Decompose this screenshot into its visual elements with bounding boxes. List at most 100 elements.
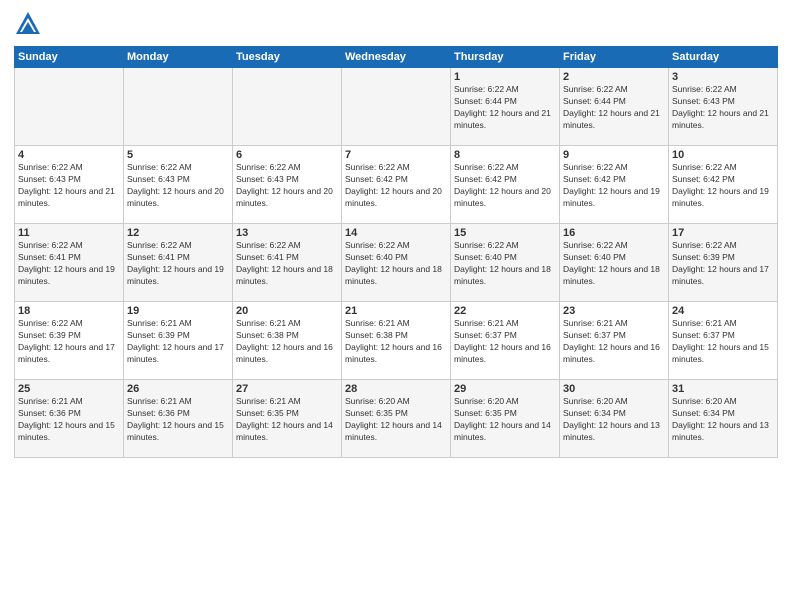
day-number: 20 — [236, 305, 338, 317]
calendar-cell: 18Sunrise: 6:22 AM Sunset: 6:39 PM Dayli… — [15, 302, 124, 380]
calendar-cell: 30Sunrise: 6:20 AM Sunset: 6:34 PM Dayli… — [560, 380, 669, 458]
calendar-cell — [124, 68, 233, 146]
day-number: 18 — [18, 305, 120, 317]
day-info: Sunrise: 6:20 AM Sunset: 6:35 PM Dayligh… — [345, 396, 447, 444]
day-info: Sunrise: 6:22 AM Sunset: 6:43 PM Dayligh… — [236, 162, 338, 210]
col-header-thursday: Thursday — [451, 47, 560, 68]
day-info: Sunrise: 6:22 AM Sunset: 6:39 PM Dayligh… — [672, 240, 774, 288]
calendar-cell: 5Sunrise: 6:22 AM Sunset: 6:43 PM Daylig… — [124, 146, 233, 224]
calendar-table: SundayMondayTuesdayWednesdayThursdayFrid… — [14, 46, 778, 458]
logo-icon — [14, 10, 42, 38]
calendar-cell: 2Sunrise: 6:22 AM Sunset: 6:44 PM Daylig… — [560, 68, 669, 146]
day-info: Sunrise: 6:22 AM Sunset: 6:44 PM Dayligh… — [563, 84, 665, 132]
day-info: Sunrise: 6:22 AM Sunset: 6:42 PM Dayligh… — [454, 162, 556, 210]
calendar-cell: 1Sunrise: 6:22 AM Sunset: 6:44 PM Daylig… — [451, 68, 560, 146]
calendar-cell: 12Sunrise: 6:22 AM Sunset: 6:41 PM Dayli… — [124, 224, 233, 302]
day-info: Sunrise: 6:22 AM Sunset: 6:41 PM Dayligh… — [127, 240, 229, 288]
day-info: Sunrise: 6:22 AM Sunset: 6:43 PM Dayligh… — [672, 84, 774, 132]
day-number: 13 — [236, 227, 338, 239]
day-number: 29 — [454, 383, 556, 395]
day-info: Sunrise: 6:21 AM Sunset: 6:39 PM Dayligh… — [127, 318, 229, 366]
day-info: Sunrise: 6:21 AM Sunset: 6:35 PM Dayligh… — [236, 396, 338, 444]
calendar-cell: 3Sunrise: 6:22 AM Sunset: 6:43 PM Daylig… — [669, 68, 778, 146]
day-number: 21 — [345, 305, 447, 317]
col-header-monday: Monday — [124, 47, 233, 68]
week-row-1: 1Sunrise: 6:22 AM Sunset: 6:44 PM Daylig… — [15, 68, 778, 146]
week-row-5: 25Sunrise: 6:21 AM Sunset: 6:36 PM Dayli… — [15, 380, 778, 458]
col-header-sunday: Sunday — [15, 47, 124, 68]
calendar-cell: 7Sunrise: 6:22 AM Sunset: 6:42 PM Daylig… — [342, 146, 451, 224]
day-number: 5 — [127, 149, 229, 161]
day-number: 6 — [236, 149, 338, 161]
calendar-cell: 19Sunrise: 6:21 AM Sunset: 6:39 PM Dayli… — [124, 302, 233, 380]
day-number: 24 — [672, 305, 774, 317]
day-info: Sunrise: 6:22 AM Sunset: 6:41 PM Dayligh… — [18, 240, 120, 288]
day-number: 9 — [563, 149, 665, 161]
week-row-3: 11Sunrise: 6:22 AM Sunset: 6:41 PM Dayli… — [15, 224, 778, 302]
day-info: Sunrise: 6:20 AM Sunset: 6:34 PM Dayligh… — [672, 396, 774, 444]
calendar-cell — [15, 68, 124, 146]
day-number: 28 — [345, 383, 447, 395]
calendar-cell: 14Sunrise: 6:22 AM Sunset: 6:40 PM Dayli… — [342, 224, 451, 302]
calendar-cell: 4Sunrise: 6:22 AM Sunset: 6:43 PM Daylig… — [15, 146, 124, 224]
day-info: Sunrise: 6:22 AM Sunset: 6:42 PM Dayligh… — [563, 162, 665, 210]
day-info: Sunrise: 6:22 AM Sunset: 6:40 PM Dayligh… — [563, 240, 665, 288]
page-container: SundayMondayTuesdayWednesdayThursdayFrid… — [0, 0, 792, 612]
day-number: 26 — [127, 383, 229, 395]
week-row-4: 18Sunrise: 6:22 AM Sunset: 6:39 PM Dayli… — [15, 302, 778, 380]
col-header-friday: Friday — [560, 47, 669, 68]
day-info: Sunrise: 6:21 AM Sunset: 6:38 PM Dayligh… — [236, 318, 338, 366]
header — [14, 10, 778, 38]
day-number: 14 — [345, 227, 447, 239]
day-number: 12 — [127, 227, 229, 239]
calendar-cell: 28Sunrise: 6:20 AM Sunset: 6:35 PM Dayli… — [342, 380, 451, 458]
day-info: Sunrise: 6:21 AM Sunset: 6:36 PM Dayligh… — [127, 396, 229, 444]
calendar-cell: 13Sunrise: 6:22 AM Sunset: 6:41 PM Dayli… — [233, 224, 342, 302]
calendar-cell: 16Sunrise: 6:22 AM Sunset: 6:40 PM Dayli… — [560, 224, 669, 302]
calendar-cell — [233, 68, 342, 146]
day-number: 4 — [18, 149, 120, 161]
calendar-cell: 26Sunrise: 6:21 AM Sunset: 6:36 PM Dayli… — [124, 380, 233, 458]
calendar-cell: 24Sunrise: 6:21 AM Sunset: 6:37 PM Dayli… — [669, 302, 778, 380]
day-info: Sunrise: 6:22 AM Sunset: 6:43 PM Dayligh… — [18, 162, 120, 210]
day-number: 1 — [454, 71, 556, 83]
day-number: 15 — [454, 227, 556, 239]
calendar-cell: 9Sunrise: 6:22 AM Sunset: 6:42 PM Daylig… — [560, 146, 669, 224]
day-info: Sunrise: 6:20 AM Sunset: 6:35 PM Dayligh… — [454, 396, 556, 444]
day-info: Sunrise: 6:22 AM Sunset: 6:41 PM Dayligh… — [236, 240, 338, 288]
day-info: Sunrise: 6:21 AM Sunset: 6:36 PM Dayligh… — [18, 396, 120, 444]
calendar-cell: 15Sunrise: 6:22 AM Sunset: 6:40 PM Dayli… — [451, 224, 560, 302]
col-header-tuesday: Tuesday — [233, 47, 342, 68]
day-number: 2 — [563, 71, 665, 83]
logo — [14, 10, 46, 38]
calendar-cell: 8Sunrise: 6:22 AM Sunset: 6:42 PM Daylig… — [451, 146, 560, 224]
day-number: 31 — [672, 383, 774, 395]
day-number: 7 — [345, 149, 447, 161]
day-info: Sunrise: 6:21 AM Sunset: 6:37 PM Dayligh… — [454, 318, 556, 366]
day-number: 25 — [18, 383, 120, 395]
calendar-cell: 27Sunrise: 6:21 AM Sunset: 6:35 PM Dayli… — [233, 380, 342, 458]
day-info: Sunrise: 6:22 AM Sunset: 6:42 PM Dayligh… — [345, 162, 447, 210]
day-number: 30 — [563, 383, 665, 395]
day-info: Sunrise: 6:21 AM Sunset: 6:37 PM Dayligh… — [672, 318, 774, 366]
week-row-2: 4Sunrise: 6:22 AM Sunset: 6:43 PM Daylig… — [15, 146, 778, 224]
calendar-cell: 11Sunrise: 6:22 AM Sunset: 6:41 PM Dayli… — [15, 224, 124, 302]
day-number: 23 — [563, 305, 665, 317]
calendar-cell: 10Sunrise: 6:22 AM Sunset: 6:42 PM Dayli… — [669, 146, 778, 224]
col-header-saturday: Saturday — [669, 47, 778, 68]
day-number: 17 — [672, 227, 774, 239]
day-info: Sunrise: 6:20 AM Sunset: 6:34 PM Dayligh… — [563, 396, 665, 444]
calendar-cell: 23Sunrise: 6:21 AM Sunset: 6:37 PM Dayli… — [560, 302, 669, 380]
day-info: Sunrise: 6:22 AM Sunset: 6:44 PM Dayligh… — [454, 84, 556, 132]
calendar-cell: 29Sunrise: 6:20 AM Sunset: 6:35 PM Dayli… — [451, 380, 560, 458]
day-number: 27 — [236, 383, 338, 395]
day-info: Sunrise: 6:22 AM Sunset: 6:42 PM Dayligh… — [672, 162, 774, 210]
calendar-cell: 17Sunrise: 6:22 AM Sunset: 6:39 PM Dayli… — [669, 224, 778, 302]
day-number: 19 — [127, 305, 229, 317]
day-info: Sunrise: 6:22 AM Sunset: 6:43 PM Dayligh… — [127, 162, 229, 210]
calendar-cell — [342, 68, 451, 146]
day-info: Sunrise: 6:21 AM Sunset: 6:37 PM Dayligh… — [563, 318, 665, 366]
col-header-wednesday: Wednesday — [342, 47, 451, 68]
calendar-cell: 22Sunrise: 6:21 AM Sunset: 6:37 PM Dayli… — [451, 302, 560, 380]
day-info: Sunrise: 6:22 AM Sunset: 6:39 PM Dayligh… — [18, 318, 120, 366]
